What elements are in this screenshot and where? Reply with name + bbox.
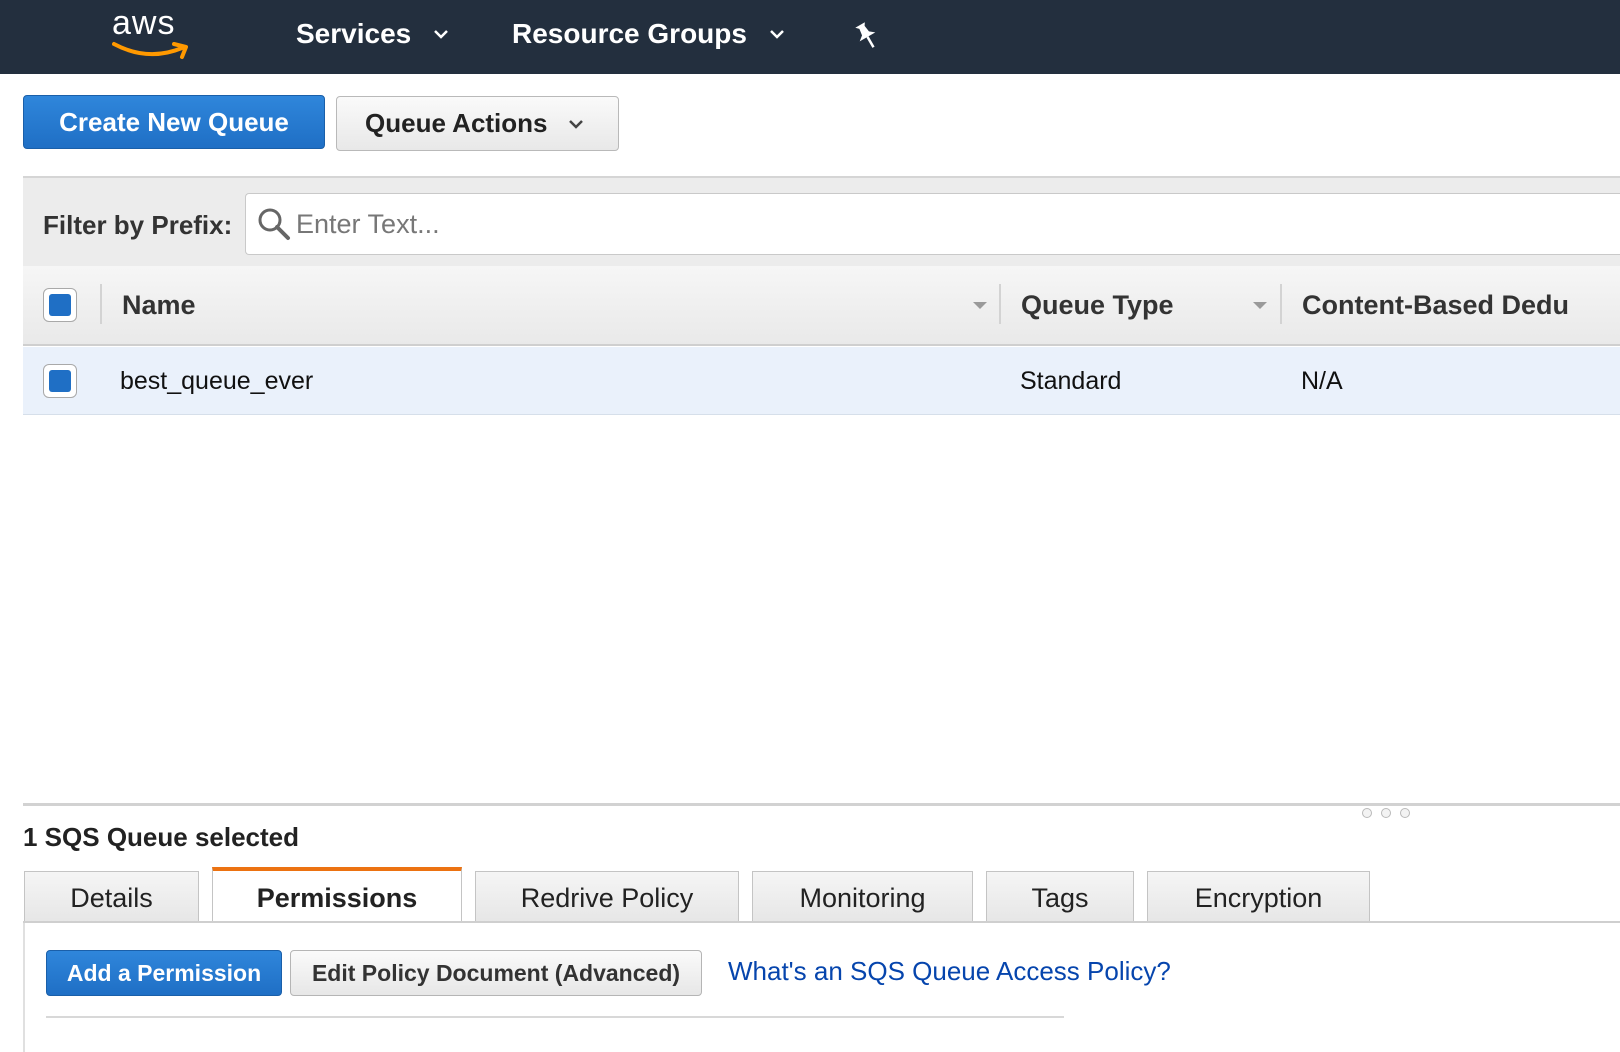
tabs-baseline [23, 921, 1620, 923]
nav-services-label: Services [296, 18, 412, 49]
access-policy-help-link[interactable]: What's an SQS Queue Access Policy? [728, 956, 1171, 987]
aws-logo[interactable]: aws [112, 4, 194, 62]
tab-tags[interactable]: Tags [986, 871, 1134, 923]
aws-smile-icon [112, 42, 188, 59]
aws-logo-text: aws [112, 4, 176, 42]
queue-actions-label: Queue Actions [365, 108, 548, 138]
filter-prefix-input[interactable] [296, 208, 1596, 240]
sort-caret-icon[interactable] [973, 302, 987, 309]
content-dedup-cell: N/A [1301, 367, 1343, 395]
column-separator[interactable] [999, 284, 1001, 324]
create-new-queue-button[interactable]: Create New Queue [23, 95, 325, 149]
tab-permissions[interactable]: Permissions [212, 867, 462, 923]
sort-caret-icon[interactable] [1253, 302, 1267, 309]
column-header-name[interactable]: Name [122, 290, 196, 321]
row-checkbox[interactable] [43, 364, 77, 398]
panel-divider [46, 1016, 1064, 1018]
queue-table-header: Name Queue Type Content-Based Dedu [23, 266, 1620, 346]
search-icon [258, 208, 290, 240]
tab-monitoring[interactable]: Monitoring [752, 871, 973, 923]
selected-count-label: 1 SQS Queue selected [23, 822, 300, 852]
select-all-checkbox[interactable] [43, 288, 77, 322]
table-row[interactable]: best_queue_ever Standard N/A [23, 347, 1620, 415]
nav-services-menu[interactable]: Services [296, 18, 449, 50]
column-separator [100, 284, 102, 324]
pin-icon[interactable] [852, 20, 882, 52]
column-separator[interactable] [1280, 284, 1282, 324]
add-permission-button[interactable]: Add a Permission [46, 950, 282, 996]
pane-divider[interactable] [23, 803, 1620, 806]
column-header-content-based-dedup[interactable]: Content-Based Dedu [1302, 290, 1569, 321]
chevron-down-icon [568, 119, 583, 129]
top-navigation-bar: aws Services Resource Groups [0, 0, 1620, 74]
tab-encryption[interactable]: Encryption [1147, 871, 1370, 923]
column-header-queue-type[interactable]: Queue Type [1021, 290, 1174, 321]
queue-name-cell: best_queue_ever [120, 367, 314, 395]
panel-left-border [23, 923, 25, 1052]
nav-resource-groups-label: Resource Groups [512, 18, 747, 49]
nav-resource-groups-menu[interactable]: Resource Groups [512, 18, 785, 50]
edit-policy-document-button[interactable]: Edit Policy Document (Advanced) [290, 950, 702, 996]
chevron-down-icon [770, 30, 784, 39]
chevron-down-icon [434, 30, 449, 39]
queue-type-cell: Standard [1020, 367, 1122, 395]
resize-handle[interactable] [1362, 808, 1412, 820]
filter-input-box[interactable] [245, 193, 1620, 255]
queue-actions-button[interactable]: Queue Actions [336, 96, 619, 151]
filter-bar: Filter by Prefix: [23, 176, 1620, 266]
tab-redrive-policy[interactable]: Redrive Policy [475, 871, 739, 923]
filter-label: Filter by Prefix: [43, 210, 233, 240]
tab-details[interactable]: Details [24, 871, 199, 923]
